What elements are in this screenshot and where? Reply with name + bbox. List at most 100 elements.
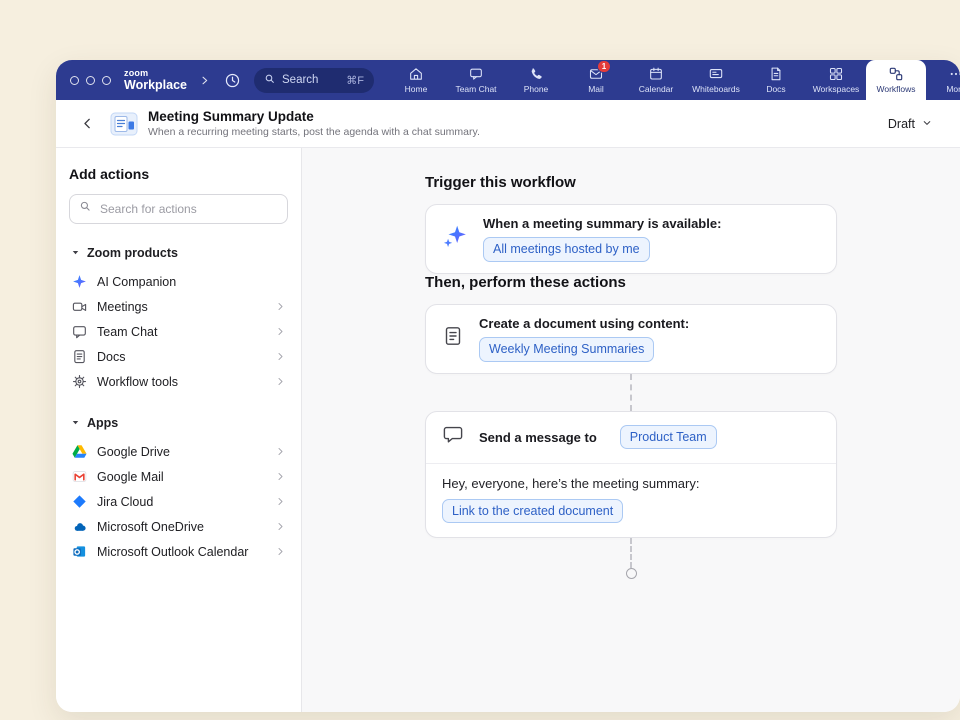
nav-more[interactable]: More <box>926 60 960 100</box>
caret-down-icon <box>71 416 80 430</box>
sidebar-item-microsoft-onedrive[interactable]: Microsoft OneDrive <box>69 514 288 539</box>
sidebar-item-jira-cloud[interactable]: Jira Cloud <box>69 489 288 514</box>
workflow-title: Meeting Summary Update <box>148 109 480 124</box>
nav-team-chat[interactable]: Team Chat <box>446 60 506 100</box>
sidebar-item-meetings[interactable]: Meetings <box>69 294 288 319</box>
window-maximize-button[interactable] <box>102 76 111 85</box>
nav-label: Home <box>405 84 428 94</box>
item-label: Jira Cloud <box>97 495 153 509</box>
outlook-calendar-icon <box>71 544 88 559</box>
send-message-text: Send a message to <box>479 430 597 445</box>
action-card-send-message[interactable]: Send a message to Product Team Hey, ever… <box>425 411 837 539</box>
ai-companion-sparkle-icon <box>71 274 88 289</box>
logo-zoom-text: zoom <box>124 68 187 78</box>
search-label: Search <box>282 74 318 86</box>
nav-home[interactable]: Home <box>386 60 446 100</box>
nav-label: Phone <box>524 84 549 94</box>
trigger-scope-chip[interactable]: All meetings hosted by me <box>483 237 650 262</box>
home-icon <box>408 66 424 82</box>
section-zoom-products[interactable]: Zoom products <box>71 246 286 260</box>
nav-label: More <box>946 84 960 94</box>
nav-docs[interactable]: Docs <box>746 60 806 100</box>
sidebar-item-google-mail[interactable]: Google Mail <box>69 464 288 489</box>
workflows-icon <box>888 66 904 82</box>
search-icon <box>79 200 92 218</box>
workflow-connector <box>630 374 632 411</box>
sidebar-title: Add actions <box>69 166 288 182</box>
draft-status-label: Draft <box>888 117 915 131</box>
nav-label: Mail <box>588 84 604 94</box>
nav-whiteboards[interactable]: Whiteboards <box>686 60 746 100</box>
action-text: Create a document using content: <box>479 316 689 331</box>
actions-sidebar: Add actions Zoom products AI Companion <box>56 148 302 712</box>
document-content-chip[interactable]: Weekly Meeting Summaries <box>479 337 654 362</box>
calendar-icon <box>648 66 664 82</box>
chevron-right-icon <box>275 471 286 482</box>
section-label: Zoom products <box>87 246 178 260</box>
workflow-canvas: Trigger this workflow When a meeting sum… <box>302 148 960 712</box>
actions-search-box[interactable] <box>69 194 288 224</box>
whiteboard-icon <box>708 66 724 82</box>
sidebar-item-microsoft-outlook-calendar[interactable]: Microsoft Outlook Calendar <box>69 539 288 564</box>
nav-calendar[interactable]: Calendar <box>626 60 686 100</box>
nav-label: Docs <box>766 84 785 94</box>
sidebar-item-team-chat[interactable]: Team Chat <box>69 319 288 344</box>
document-link-chip[interactable]: Link to the created document <box>442 499 623 524</box>
item-label: Microsoft OneDrive <box>97 520 204 534</box>
caret-down-icon <box>71 246 80 260</box>
recipient-chip[interactable]: Product Team <box>620 425 717 450</box>
search-icon <box>264 73 276 88</box>
workflow-thumbnail-icon <box>110 112 138 136</box>
zoom-workplace-logo: zoom Workplace <box>124 68 187 92</box>
send-message-row[interactable]: Send a message to Product Team <box>426 412 836 464</box>
global-search[interactable]: Search ⌘F <box>254 68 374 93</box>
chevron-right-icon[interactable] <box>198 74 211 87</box>
section-apps[interactable]: Apps <box>71 416 286 430</box>
item-label: AI Companion <box>97 275 176 289</box>
trigger-card-content: When a meeting summary is available: All… <box>483 216 721 262</box>
sidebar-item-ai-companion[interactable]: AI Companion <box>69 269 288 294</box>
chevron-right-icon <box>275 301 286 312</box>
ai-sparkle-icon <box>442 223 468 254</box>
section-label: Apps <box>87 416 118 430</box>
window-minimize-button[interactable] <box>86 76 95 85</box>
item-label: Team Chat <box>97 325 157 339</box>
window-close-button[interactable] <box>70 76 79 85</box>
gear-icon <box>71 374 88 389</box>
chevron-right-icon <box>275 496 286 507</box>
history-icon[interactable] <box>221 69 243 91</box>
chat-bubble-icon <box>71 324 88 339</box>
action-card-create-document[interactable]: Create a document using content: Weekly … <box>425 304 837 374</box>
actions-heading: Then, perform these actions <box>425 274 837 291</box>
mail-icon: 1 <box>588 66 604 82</box>
back-button[interactable] <box>74 111 100 137</box>
chevron-right-icon <box>275 446 286 457</box>
nav-workflows[interactable]: Workflows <box>866 60 926 100</box>
workflow-connector <box>630 538 632 568</box>
chevron-right-icon <box>275 376 286 387</box>
nav-mail[interactable]: 1 Mail <box>566 60 626 100</box>
item-label: Workflow tools <box>97 375 178 389</box>
workflow-header: Meeting Summary Update When a recurring … <box>56 100 960 148</box>
topbar-nav: Home Team Chat Phone 1 Mail <box>386 60 960 100</box>
workspaces-icon <box>828 66 844 82</box>
trigger-card[interactable]: When a meeting summary is available: All… <box>425 204 837 274</box>
sidebar-item-docs[interactable]: Docs <box>69 344 288 369</box>
chevron-down-icon <box>922 117 932 131</box>
item-label: Docs <box>97 350 125 364</box>
sidebar-item-google-drive[interactable]: Google Drive <box>69 439 288 464</box>
message-body[interactable]: Hey, everyone, here’s the meeting summar… <box>426 464 836 538</box>
chevron-right-icon <box>275 546 286 557</box>
workflow-end-node[interactable] <box>626 568 637 579</box>
actions-search-input[interactable] <box>98 201 278 217</box>
draft-status-dropdown[interactable]: Draft <box>878 111 942 137</box>
nav-workspaces[interactable]: Workspaces <box>806 60 866 100</box>
nav-phone[interactable]: Phone <box>506 60 566 100</box>
trigger-text: When a meeting summary is available: <box>483 216 721 231</box>
workflow-flow: Trigger this workflow When a meeting sum… <box>425 148 837 712</box>
nav-label: Workspaces <box>813 84 860 94</box>
sidebar-item-workflow-tools[interactable]: Workflow tools <box>69 369 288 394</box>
nav-label: Whiteboards <box>692 84 740 94</box>
item-label: Google Drive <box>97 445 170 459</box>
gmail-icon <box>71 469 88 484</box>
